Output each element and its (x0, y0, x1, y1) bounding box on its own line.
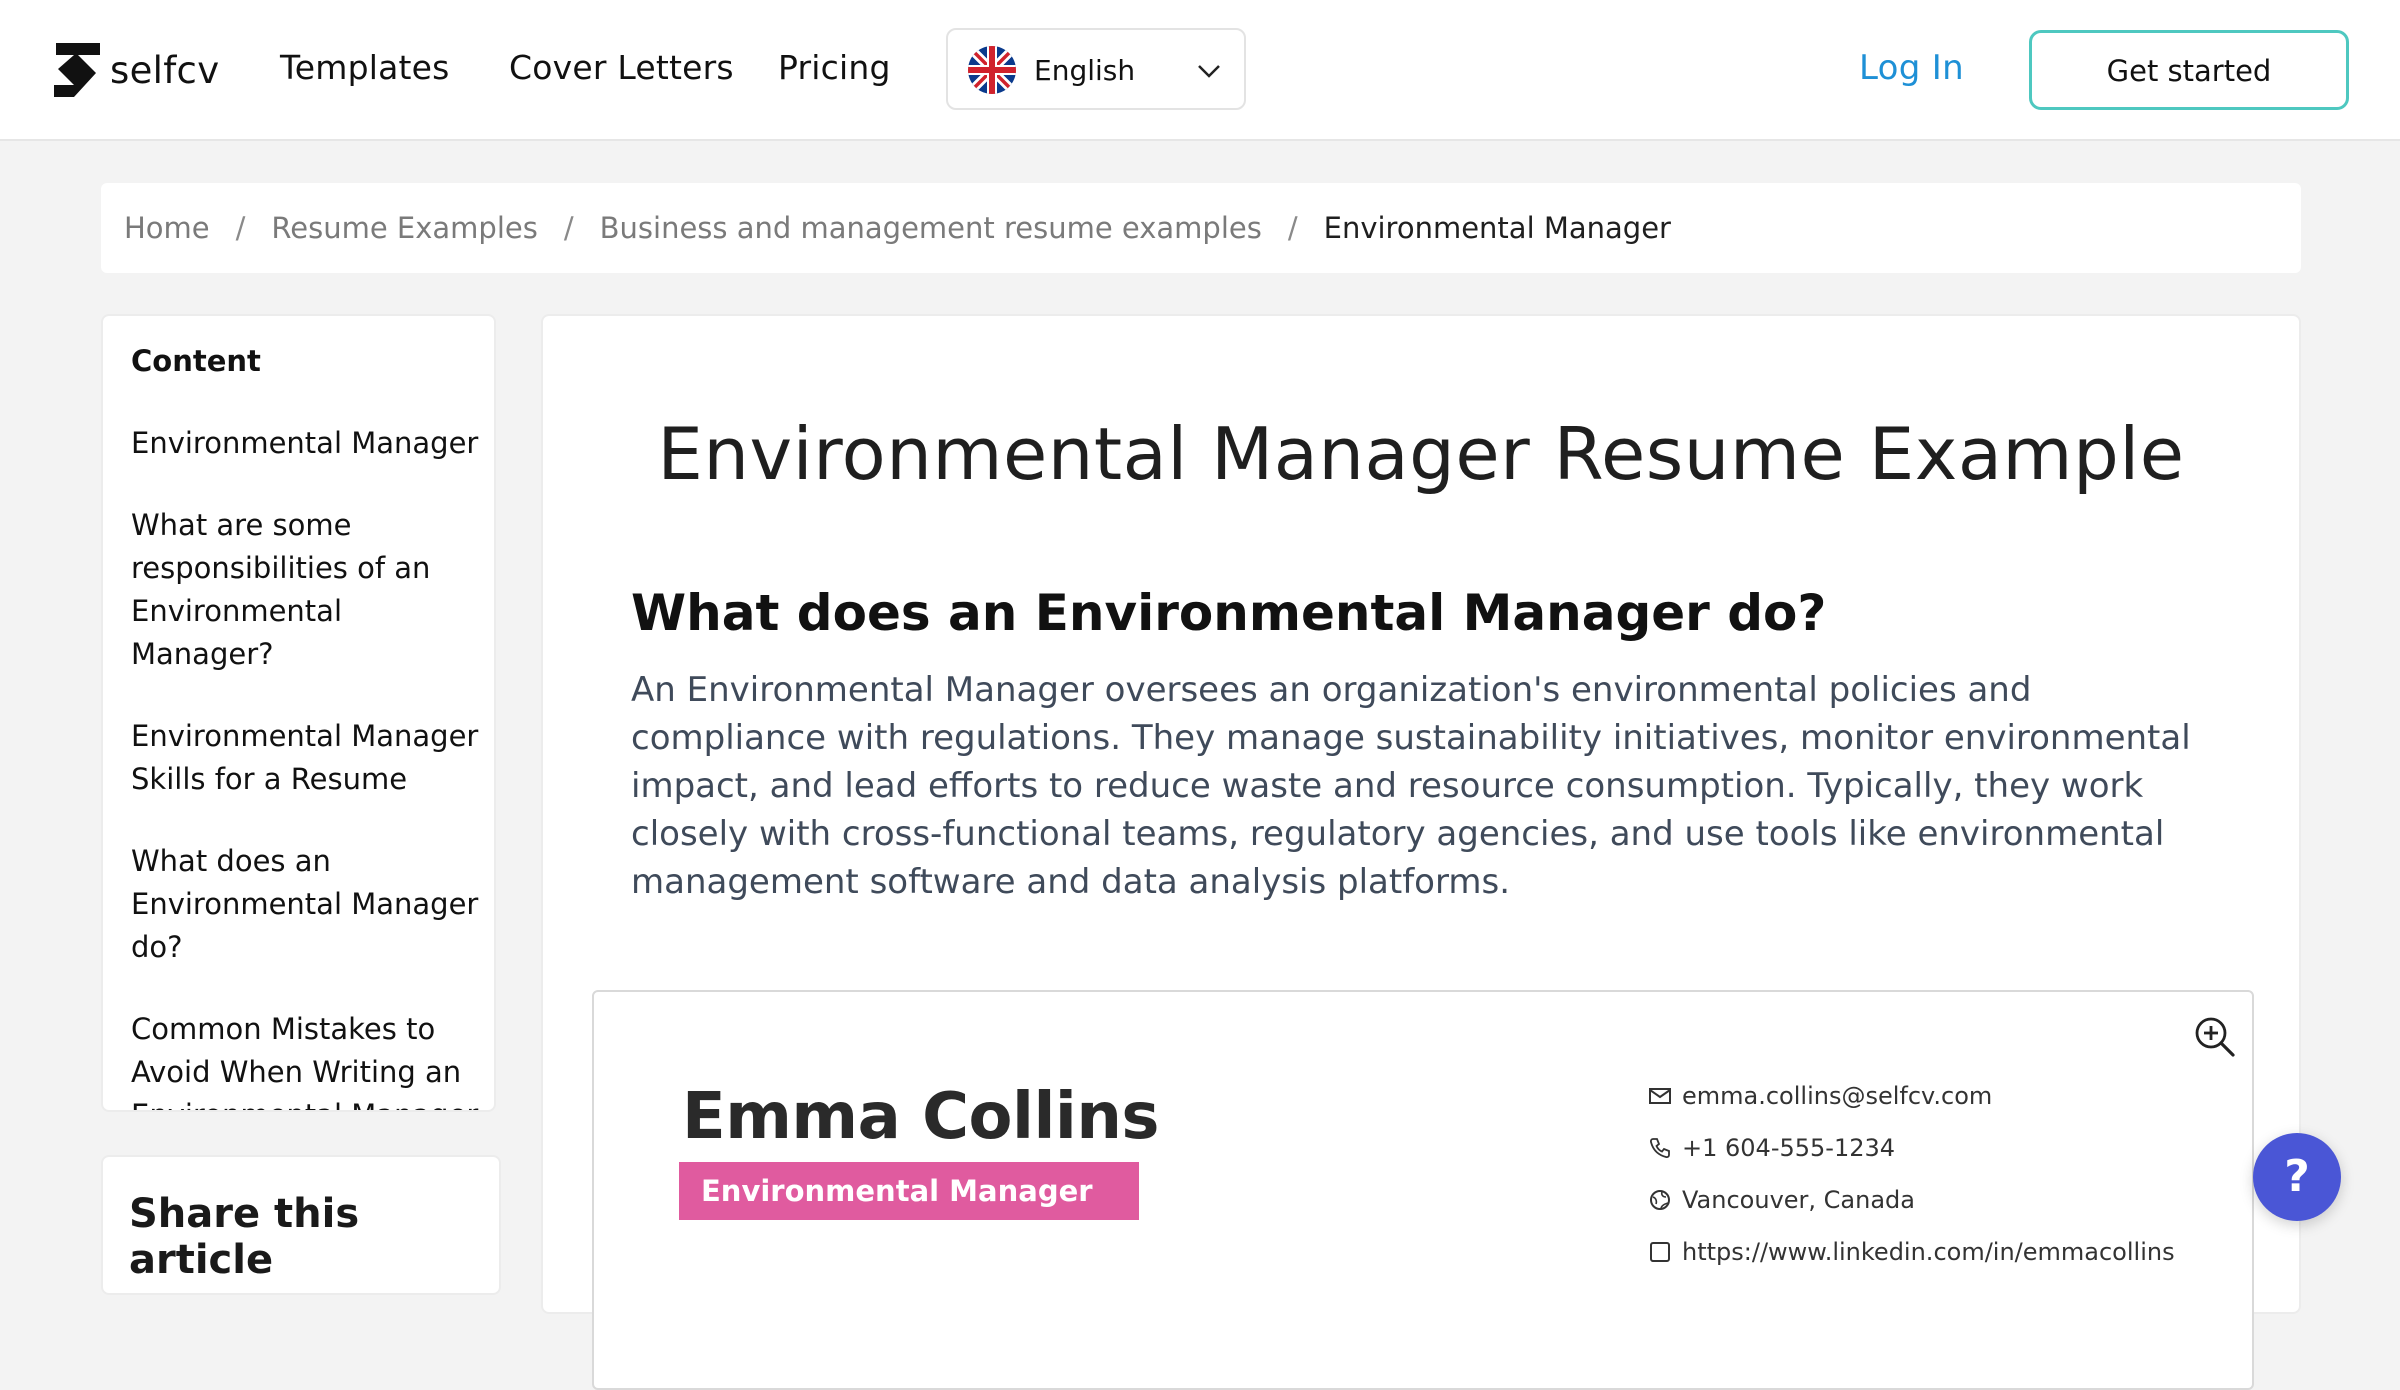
resume-email-text: emma.collins@selfcv.com (1682, 1082, 1993, 1110)
section-heading: What does an Environmental Manager do? (631, 584, 1827, 642)
breadcrumb-business-management[interactable]: Business and management resume examples (600, 211, 1262, 245)
resume-email: emma.collins@selfcv.com (1648, 1082, 1992, 1110)
toc-item[interactable]: Environmental Manager Skills for a Resum… (131, 715, 481, 801)
toc-list: Environmental Manager What are some resp… (131, 422, 481, 1110)
language-label: English (1034, 54, 1136, 87)
breadcrumb-current: Environmental Manager (1323, 211, 1671, 245)
share-title: Share this article (129, 1191, 360, 1283)
language-select[interactable]: English (946, 28, 1246, 110)
article-content: Environmental Manager Resume Example Wha… (541, 314, 2301, 1390)
get-started-button[interactable]: Get started (2029, 30, 2349, 110)
table-of-contents: Content Environmental Manager What are s… (101, 314, 496, 1112)
page-title: Environmental Manager Resume Example (657, 412, 2185, 496)
chevron-down-icon (1198, 65, 1220, 78)
breadcrumb: Home / Resume Examples / Business and ma… (101, 183, 2301, 273)
logo[interactable]: selfcv (52, 40, 219, 100)
resume-name: Emma Collins (682, 1080, 1159, 1154)
resume-phone-text: +1 604-555-1234 (1682, 1134, 1896, 1162)
logo-text: selfcv (110, 48, 220, 92)
resume-location: Vancouver, Canada (1648, 1186, 1915, 1214)
breadcrumb-separator: / (563, 211, 574, 245)
resume-linkedin: https://www.linkedin.com/in/emmacollins (1648, 1238, 2175, 1266)
help-button[interactable]: ? (2253, 1133, 2341, 1221)
toc-title: Content (131, 344, 261, 378)
resume-linkedin-text[interactable]: https://www.linkedin.com/in/emmacollins (1682, 1238, 2175, 1266)
toc-item[interactable]: What does an Environmental Manager do? (131, 840, 481, 969)
section-paragraph: An Environmental Manager oversees an org… (631, 670, 2191, 902)
breadcrumb-separator: / (235, 211, 246, 245)
breadcrumb-separator: / (1287, 211, 1298, 245)
zoom-in-icon[interactable] (2192, 1014, 2236, 1058)
nav-pricing[interactable]: Pricing (778, 48, 891, 87)
linkedin-icon (1650, 1242, 1670, 1262)
breadcrumb-home[interactable]: Home (124, 211, 210, 245)
resume-role-badge: Environmental Manager (679, 1162, 1139, 1220)
selfcv-logo-icon (54, 43, 100, 97)
breadcrumb-resume-examples[interactable]: Resume Examples (271, 211, 537, 245)
site-header: selfcv Templates Cover Letters Pricing E… (0, 0, 2400, 141)
nav-cover-letters[interactable]: Cover Letters (509, 48, 734, 87)
mail-icon (1649, 1088, 1671, 1104)
resume-preview[interactable]: Emma Collins Environmental Manager emma.… (592, 990, 2254, 1390)
globe-icon (1650, 1190, 1670, 1210)
phone-icon (1650, 1138, 1670, 1159)
toc-item[interactable]: Common Mistakes to Avoid When Writing an… (131, 1008, 481, 1110)
nav-templates[interactable]: Templates (280, 48, 450, 87)
resume-phone: +1 604-555-1234 (1648, 1134, 1895, 1162)
resume-location-text: Vancouver, Canada (1682, 1186, 1915, 1214)
toc-item[interactable]: What are some responsibilities of an Env… (131, 504, 481, 676)
uk-flag-icon (968, 46, 1016, 94)
share-panel: Share this article (101, 1155, 501, 1295)
toc-item[interactable]: Environmental Manager (131, 422, 481, 465)
login-link[interactable]: Log In (1859, 48, 1964, 88)
